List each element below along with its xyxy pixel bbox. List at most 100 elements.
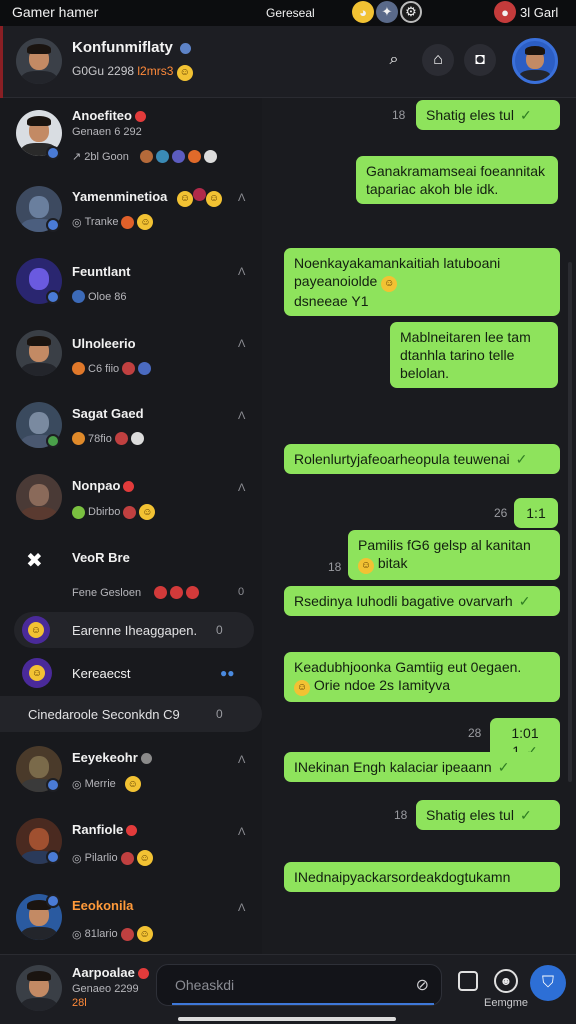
message-time: 28: [468, 726, 482, 740]
bottom-sub-orange: 28l: [72, 997, 87, 1009]
message-text: Shatig eles tul: [426, 807, 514, 823]
list-item[interactable]: ✖ VeoR Bre Fene Gesloen 0: [0, 542, 262, 602]
gamepad-icon: ✖: [26, 550, 43, 572]
message-bubble[interactable]: Shatig eles tul ✓: [416, 100, 560, 130]
settings-icon: ⚙: [400, 1, 422, 23]
accent-edge: [0, 26, 3, 98]
list-item[interactable]: Feuntlant Oloe 86 Ʌ: [0, 254, 262, 310]
conversation-meta: Ʌ: [238, 192, 246, 204]
conversation-name: Eeokonila: [72, 898, 134, 913]
avatar: [16, 330, 62, 376]
pin-icon: ◎: [72, 216, 82, 229]
message-text: INednaipyackarsordeakdogtukamn: [294, 869, 511, 885]
list-item[interactable]: ☺ Earenne Iheaggapen. 0: [14, 612, 254, 648]
avatar[interactable]: [16, 38, 62, 84]
emoji-avatar: ☺: [22, 658, 52, 688]
chat-header: Konfunmiflaty G0Gu 2298 l2mrs3 ☺ ⌕ ⌂ ◘: [0, 26, 576, 98]
input-placeholder: Oheaskdi: [175, 977, 235, 993]
sticker-icon[interactable]: [458, 971, 478, 991]
bottom-bar: Aarpoalae Genaeo 2299 28l Oheaskdi ⊘ ☻ E…: [0, 954, 576, 1024]
conversation-sub: 81lario: [84, 928, 118, 940]
header-sub-prefix: G0Gu 2298: [72, 64, 135, 78]
conversation-name: Nonpao: [72, 478, 121, 493]
conversation-name: Earenne Iheaggapen.: [72, 622, 198, 638]
conversation-name: Cinedaroole Seconkdn C9: [28, 706, 180, 722]
conversation-meta: 0: [238, 586, 245, 598]
unread-badge: [123, 481, 135, 493]
scrollbar[interactable]: [568, 262, 572, 782]
input-underline: [172, 1003, 434, 1005]
list-item[interactable]: Ulnoleerio C6 fiio Ʌ: [0, 326, 262, 382]
conversation-meta: 0: [216, 623, 223, 637]
pin-icon: ◎: [72, 778, 82, 791]
message-text: dsneeae Y1: [294, 293, 369, 309]
message-bubble[interactable]: Pamilis fG6 gelsp al kanitan ☺ bitak: [348, 530, 560, 580]
bottom-right-label: Eemgme: [484, 997, 529, 1009]
message-bubble[interactable]: INekinan Engh kalaciar ipeaann ✓: [284, 752, 560, 782]
message-time: 18: [394, 808, 408, 822]
list-item[interactable]: ☺ Kereaecst ●●: [0, 656, 262, 696]
header-name: Konfunmiflaty: [72, 39, 173, 56]
conversation-meta: Ʌ: [238, 338, 246, 350]
message-text: Rsedinya Iuhodli bagative ovarvarh: [294, 593, 513, 609]
conversation-list: Anoefiteo Genaen 6 292 ↗ 2bl Goon Yamenm…: [0, 98, 262, 954]
search-icon[interactable]: ⌕: [378, 44, 410, 76]
list-item[interactable]: Nonpao Dbirbo ☺ Ʌ: [0, 470, 262, 526]
message-bubble[interactable]: 1:1: [514, 498, 558, 528]
gamepad-icon[interactable]: ☻: [494, 969, 518, 993]
message-bubble[interactable]: Ganakramamseai foeannitak tapariac akoh …: [356, 156, 558, 204]
bottom-sub: Genaeo 2299: [72, 983, 139, 995]
camera-icon[interactable]: ◘: [464, 44, 496, 76]
message-bubble[interactable]: Rolenlurtyjafeoarheopula teuwenai ✓: [284, 444, 560, 474]
unread-badge: [126, 825, 138, 837]
message-bubble[interactable]: Rsedinya Iuhodli bagative ovarvarh ✓: [284, 586, 560, 616]
list-item[interactable]: Sagat Gaed 78fio Ʌ: [0, 398, 262, 454]
message-input[interactable]: Oheaskdi ⊘: [156, 964, 442, 1006]
conversation-sub: Dbirbo: [88, 506, 121, 518]
avatar[interactable]: [16, 965, 62, 1011]
smile-icon: ◕: [352, 1, 374, 23]
message-text: Orie ndoe 2s Iamityva: [313, 677, 451, 693]
message-text: bitak: [377, 555, 408, 571]
conversation-sub: C6 fiio: [88, 362, 120, 375]
message-thread: 18 Shatig eles tul ✓ Ganakramamseai foean…: [262, 98, 576, 954]
conversation-sub: Tranke: [84, 216, 119, 228]
message-text: Keadubhjoonka Gamtiig eut 0egaen.: [294, 659, 522, 675]
conversation-name: Anoefiteo: [72, 108, 132, 123]
list-item[interactable]: Yamenminetioa ☺ ☺ ◎ Tranke ☺ Ʌ: [0, 182, 262, 238]
conversation-meta: Ʌ: [238, 902, 246, 914]
conversation-line: ↗ 2bl Goon: [72, 150, 217, 163]
list-item[interactable]: Eeyekeohr ◎ Merrie ☺ Ʌ: [0, 746, 262, 802]
header-subtitle: G0Gu 2298 l2mrs3 ☺: [72, 64, 193, 81]
profile-avatar[interactable]: [512, 38, 558, 84]
status-right-text: 3l Garl: [520, 5, 559, 20]
conversation-name: Kereaecst: [72, 666, 131, 681]
header-sub-highlight: l2mrs3: [137, 64, 174, 78]
pin-icon: ◎: [72, 928, 82, 941]
list-item[interactable]: Eeokonila ◎ 81lario ☺ Ʌ: [0, 890, 262, 950]
conversation-meta: 0: [216, 707, 223, 721]
status-left-text: Gamer hamer: [12, 4, 99, 20]
conversation-name: Sagat Gaed: [72, 406, 144, 421]
list-item[interactable]: Ranfiole ◎ Pilarlio ☺ Ʌ: [0, 818, 262, 874]
shield-icon[interactable]: ⛉: [530, 965, 566, 1001]
pin-icon: ↗: [72, 151, 82, 163]
check-icon: ✓: [497, 759, 510, 775]
conversation-sub: Fene Gesloen: [72, 586, 142, 599]
attach-icon[interactable]: ⊘: [416, 975, 429, 995]
check-icon: ✓: [519, 107, 532, 123]
header-title: Konfunmiflaty: [72, 39, 191, 56]
list-item[interactable]: Anoefiteo Genaen 6 292 ↗ 2bl Goon: [0, 106, 262, 168]
message-text: INekinan Engh kalaciar ipeaann: [294, 759, 492, 775]
conversation-name: Yamenminetioa: [72, 189, 168, 204]
game-icon: ✦: [376, 1, 398, 23]
conversation-name: Ranfiole: [72, 822, 124, 837]
home-icon[interactable]: ⌂: [422, 44, 454, 76]
message-bubble[interactable]: Shatig eles tul ✓: [416, 800, 560, 830]
message-bubble[interactable]: Noenkayakamankaitiah latuboani payeanoio…: [284, 248, 560, 316]
list-item[interactable]: Cinedaroole Seconkdn C9 0: [0, 696, 262, 732]
message-bubble[interactable]: INednaipyackarsordeakdogtukamn: [284, 862, 560, 892]
message-bubble[interactable]: Keadubhjoonka Gamtiig eut 0egaen. ☺ Orie …: [284, 652, 560, 702]
message-bubble[interactable]: Mablneitaren lee tam dtanhla tarino tell…: [390, 322, 558, 388]
message-text: Mablneitaren lee tam dtanhla tarino tell…: [400, 329, 531, 381]
